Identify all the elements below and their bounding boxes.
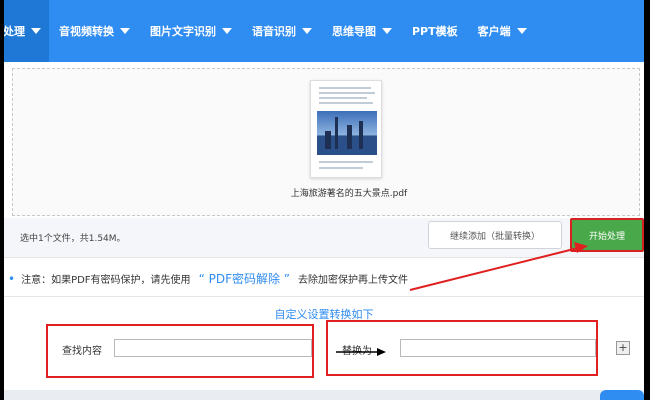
nav-item-label: 音视频转换 (59, 25, 114, 38)
thumbnail-tower (335, 117, 338, 149)
thumbnail-tower (359, 121, 363, 149)
nav-item-label: 客户端 (477, 25, 511, 38)
chevron-down-icon (302, 28, 312, 34)
notice-prefix: 注意：如果PDF有密码保护，请先使用 (21, 275, 191, 286)
password-notice: • 注意：如果PDF有密码保护，请先使用 “ PDF密码解除 ” 去除加密保护再上传文… (8, 270, 408, 287)
nav-item-ppt[interactable]: PPT模板 (402, 0, 468, 62)
chevron-down-icon (222, 28, 232, 34)
thumbnail-tower (347, 125, 352, 149)
app-frame: 档处理 音视频转换 图片文字识别 语音识别 思维导图 PPT模板 客户端 (4, 0, 644, 400)
annotation-box-replace (326, 320, 598, 376)
pdf-thumbnail[interactable] (310, 80, 382, 178)
nav-item-document[interactable]: 档处理 (4, 0, 49, 62)
thumbnail-tower (325, 131, 331, 149)
nav-item-label: 图片文字识别 (150, 25, 216, 38)
chevron-down-icon (31, 28, 41, 34)
start-processing-button[interactable]: 开始处理 (570, 218, 644, 252)
thumbnail-text-line (319, 97, 367, 99)
nav-item-label: 语音识别 (252, 25, 296, 38)
annotation-box-find (46, 324, 314, 378)
file-name: 上海旅游著名的五大景点.pdf (290, 189, 408, 199)
bullet-icon: • (8, 272, 16, 286)
chevron-down-icon (516, 28, 527, 34)
bottom-action-pill[interactable] (600, 390, 644, 400)
bottom-info-row (4, 390, 644, 400)
nav-item-client[interactable]: 客户端 (468, 0, 537, 62)
chevron-down-icon (120, 28, 130, 34)
selected-file-info: 选中1个文件，共1.54M。 (20, 234, 126, 244)
divider (4, 296, 644, 297)
nav-item-label: PPT模板 (412, 25, 458, 38)
nav-item-mindmap[interactable]: 思维导图 (322, 0, 402, 62)
add-rule-button[interactable]: + (616, 341, 630, 355)
notice-suffix: 去除加密保护再上传文件 (298, 275, 409, 286)
nav-item-label: 思维导图 (332, 25, 376, 38)
pdf-password-remove-link[interactable]: “ PDF密码解除 ” (199, 272, 290, 286)
continue-add-button[interactable]: 继续添加（批量转换） (428, 221, 562, 249)
thumbnail-text-line (319, 92, 375, 94)
nav-item-label: 档处理 (4, 25, 25, 38)
chevron-down-icon (382, 28, 392, 34)
nav-item-av-convert[interactable]: 音视频转换 (49, 0, 140, 62)
thumbnail-text-line (319, 161, 373, 163)
nav-item-speech[interactable]: 语音识别 (242, 0, 322, 62)
thumbnail-text-line (319, 87, 371, 89)
thumbnail-text-line (319, 102, 373, 104)
thumbnail-text-line (319, 167, 363, 169)
top-nav: 档处理 音视频转换 图片文字识别 语音识别 思维导图 PPT模板 客户端 (4, 0, 644, 62)
thumbnail-photo (317, 111, 377, 155)
nav-item-ocr[interactable]: 图片文字识别 (140, 0, 242, 62)
